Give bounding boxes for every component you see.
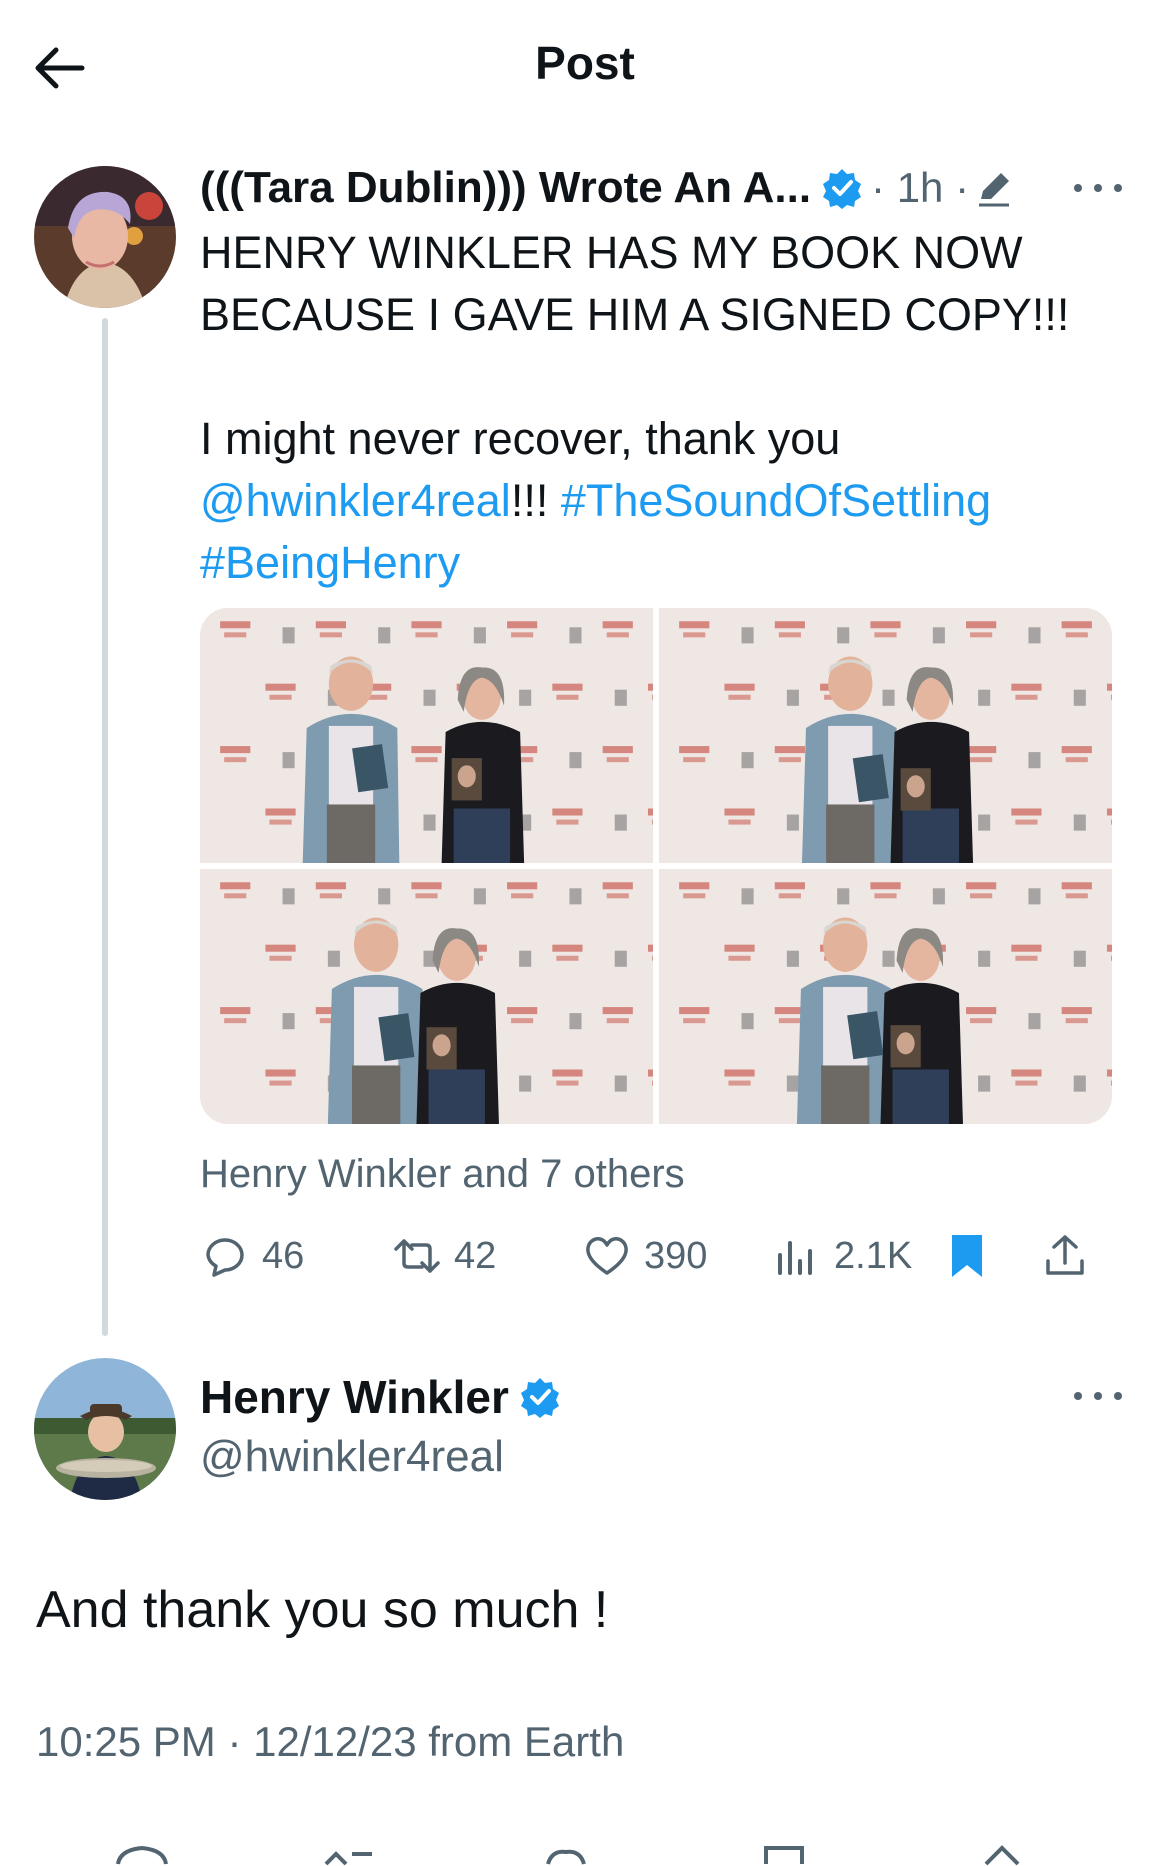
avatar[interactable] xyxy=(34,166,176,308)
like-count: 390 xyxy=(644,1234,708,1277)
reply-icon xyxy=(206,1238,244,1277)
page-title: Post xyxy=(535,37,635,89)
repost-count: 42 xyxy=(454,1234,497,1277)
tweet-text-fragment: !!! xyxy=(510,475,561,526)
hashtag-link[interactable]: #TheSoundOfSettling xyxy=(561,475,991,526)
heart-icon xyxy=(546,1849,586,1865)
tweet-line: BECAUSE I GAVE HIM A SIGNED COPY!!! xyxy=(200,289,1070,340)
photo-image xyxy=(200,869,653,1124)
repost-icon xyxy=(324,1851,372,1866)
tweet-text: HENRY WINKLER HAS MY BOOK NOW BECAUSE I … xyxy=(200,222,1100,594)
photo-image xyxy=(659,608,1112,863)
repost-icon xyxy=(394,1239,440,1273)
tweet-header: (((Tara Dublin))) Wrote An A... · 1h · xyxy=(200,158,1013,218)
tweet-line: #BeingHenry xyxy=(200,532,1100,594)
tweet2-header: Henry Winkler xyxy=(200,1370,569,1424)
author-name[interactable]: (((Tara Dublin))) Wrote An A... xyxy=(200,163,811,213)
verified-badge-icon xyxy=(520,1378,559,1418)
reply-count: 46 xyxy=(262,1234,305,1277)
like-button[interactable]: 390 xyxy=(582,1226,707,1286)
share-icon xyxy=(984,1845,1020,1866)
photo-4[interactable] xyxy=(659,869,1112,1124)
repost-button[interactable]: 42 xyxy=(392,1226,496,1286)
views-chart-icon xyxy=(778,1241,812,1275)
more-options-icon[interactable] xyxy=(1068,1384,1128,1408)
avatar[interactable] xyxy=(34,1358,176,1500)
heart-icon xyxy=(586,1237,628,1275)
author-handle[interactable]: @hwinkler4real xyxy=(200,1432,504,1482)
more-options-icon[interactable] xyxy=(1068,176,1128,200)
reply-button[interactable]: 46 xyxy=(200,1226,304,1286)
mention-link[interactable]: @hwinkler4real xyxy=(200,475,511,526)
photo-3[interactable] xyxy=(200,869,653,1124)
thread-connector-line xyxy=(102,318,108,1336)
author-name[interactable]: Henry Winkler xyxy=(200,1370,509,1424)
view-count: 2.1K xyxy=(834,1234,913,1277)
media-grid xyxy=(200,608,1112,1124)
edited-pencil-icon[interactable] xyxy=(975,169,1013,207)
tweet-line: @hwinkler4real!!! #TheSoundOfSettling xyxy=(200,470,1100,532)
reply-icon xyxy=(116,1845,168,1865)
tweet2-text: And thank you so much ! xyxy=(36,1581,609,1639)
bookmark-button[interactable] xyxy=(942,1226,1004,1286)
tweet-line: I might never recover, thank you xyxy=(200,413,841,464)
share-button[interactable] xyxy=(1040,1226,1102,1286)
tweet-line: HENRY WINKLER HAS MY BOOK NOW xyxy=(200,227,1023,278)
bottom-action-icons xyxy=(116,1845,1020,1866)
views-button[interactable]: 2.1K xyxy=(772,1226,912,1286)
photo-image xyxy=(200,608,653,863)
hashtag-link[interactable]: #BeingHenry xyxy=(200,537,460,588)
action-bar: 46 42 390 2.1K xyxy=(200,1226,1120,1286)
photo-1[interactable] xyxy=(200,608,653,863)
liked-by-text[interactable]: Henry Winkler and 7 others xyxy=(200,1152,685,1197)
share-icon xyxy=(1046,1235,1084,1275)
photo-2[interactable] xyxy=(659,608,1112,863)
bookmark-icon xyxy=(952,1235,982,1277)
verified-badge-icon xyxy=(823,169,862,209)
bookmark-icon xyxy=(764,1846,804,1864)
photo-image xyxy=(659,869,1112,1124)
tweet2-timestamp[interactable]: 10:25 PM · 12/12/23 from Earth xyxy=(36,1718,624,1766)
tweet-time[interactable]: · 1h · xyxy=(871,164,969,212)
